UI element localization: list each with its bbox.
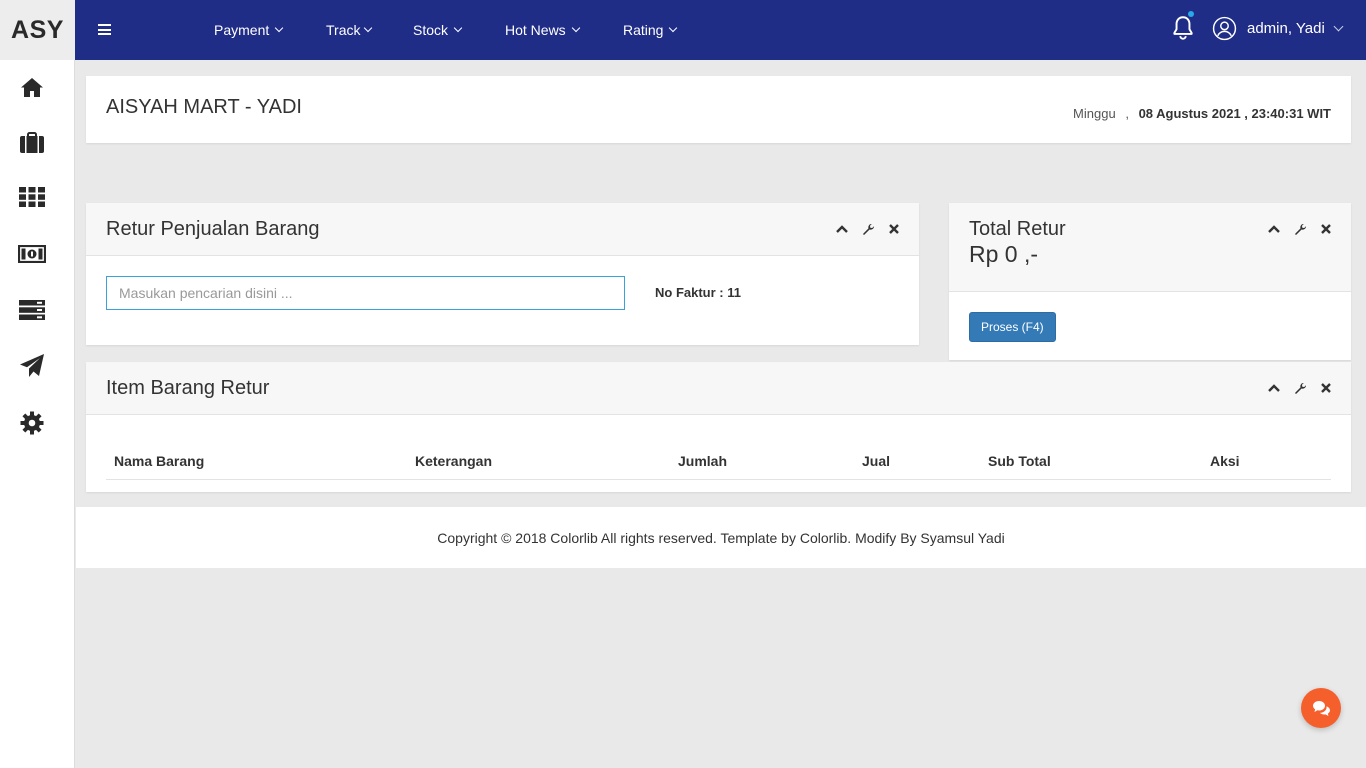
brand-logo[interactable]: ASY bbox=[0, 0, 75, 60]
menu-rating[interactable]: Rating bbox=[623, 0, 678, 60]
sidebar-item-briefcase[interactable] bbox=[17, 128, 47, 158]
home-icon bbox=[21, 78, 43, 97]
menu-rating-label: Rating bbox=[623, 22, 664, 38]
column-aksi: Aksi bbox=[1202, 445, 1331, 480]
date-time-value: 08 Agustus 2021 , 23:40:31 WIT bbox=[1138, 106, 1331, 121]
store-header: AISYAH MART - YADI Minggu , 08 Agustus 2… bbox=[86, 76, 1351, 143]
total-retur-panel: Total Retur Rp 0 ,- Proses (F4) bbox=[949, 203, 1351, 360]
sidebar-item-settings[interactable] bbox=[17, 408, 47, 438]
chat-button[interactable] bbox=[1301, 688, 1341, 728]
total-panel-body: Proses (F4) bbox=[949, 292, 1351, 360]
sidebar-item-money[interactable] bbox=[17, 239, 47, 269]
menu-payment[interactable]: Payment bbox=[214, 0, 284, 60]
proses-button[interactable]: Proses (F4) bbox=[969, 312, 1056, 342]
item-retur-panel: Item Barang Retur Nama Barang Keterangan… bbox=[86, 362, 1351, 492]
chevron-down-icon bbox=[275, 23, 284, 33]
money-icon bbox=[18, 245, 46, 263]
menu-hot-news-label: Hot News bbox=[505, 22, 566, 38]
bell-icon[interactable] bbox=[1170, 14, 1196, 42]
column-jumlah: Jumlah bbox=[670, 445, 854, 480]
items-panel-header: Item Barang Retur bbox=[86, 362, 1351, 415]
chevron-down-icon bbox=[364, 23, 373, 33]
close-icon[interactable] bbox=[1319, 381, 1333, 395]
server-icon bbox=[19, 300, 45, 320]
day-label: Minggu bbox=[1073, 106, 1116, 121]
retur-panel-title: Retur Penjualan Barang bbox=[106, 218, 320, 240]
total-panel-tools bbox=[1255, 222, 1333, 236]
wrench-icon[interactable] bbox=[861, 222, 875, 236]
total-panel-header: Total Retur Rp 0 ,- bbox=[949, 203, 1351, 292]
total-panel-title: Total Retur bbox=[969, 218, 1066, 240]
close-icon[interactable] bbox=[887, 222, 901, 236]
chevron-down-icon bbox=[669, 23, 678, 33]
hamburger-menu-icon[interactable] bbox=[98, 24, 111, 35]
menu-stock-label: Stock bbox=[413, 22, 449, 38]
copyright-text: Copyright © 2018 Colorlib All rights res… bbox=[437, 529, 1005, 546]
chevron-down-icon bbox=[1333, 21, 1344, 32]
user-name-label: admin, Yadi bbox=[1247, 20, 1325, 37]
retur-panel-header: Retur Penjualan Barang bbox=[86, 203, 919, 256]
user-menu[interactable]: admin, Yadi bbox=[1212, 16, 1344, 41]
notification-dot bbox=[1188, 11, 1194, 17]
column-nama-barang: Nama Barang bbox=[106, 445, 407, 480]
date-separator: , bbox=[1125, 106, 1129, 121]
retur-panel-body: No Faktur : 11 bbox=[86, 256, 919, 345]
store-name: AISYAH MART - YADI bbox=[106, 96, 302, 118]
sidebar-item-server[interactable] bbox=[17, 295, 47, 325]
footer: Copyright © 2018 Colorlib All rights res… bbox=[76, 507, 1366, 568]
wrench-icon[interactable] bbox=[1293, 381, 1307, 395]
top-navbar: ASY Payment Track Stock Hot News Rating … bbox=[0, 0, 1366, 60]
chevron-down-icon bbox=[453, 23, 463, 33]
column-keterangan: Keterangan bbox=[407, 445, 670, 480]
gear-icon bbox=[20, 411, 44, 435]
table-header-row: Nama Barang Keterangan Jumlah Jual Sub T… bbox=[106, 445, 1331, 480]
retur-panel-tools bbox=[823, 222, 901, 236]
paper-plane-icon bbox=[20, 354, 44, 377]
chevron-down-icon bbox=[571, 23, 580, 33]
column-sub-total: Sub Total bbox=[980, 445, 1202, 480]
items-table: Nama Barang Keterangan Jumlah Jual Sub T… bbox=[106, 445, 1331, 480]
items-panel-body: Nama Barang Keterangan Jumlah Jual Sub T… bbox=[86, 415, 1351, 492]
briefcase-icon bbox=[20, 132, 44, 153]
items-panel-tools bbox=[1255, 381, 1333, 395]
date-time: Minggu , 08 Agustus 2021 , 23:40:31 WIT bbox=[1073, 106, 1331, 121]
sidebar-item-home[interactable] bbox=[17, 72, 47, 102]
items-panel-title: Item Barang Retur bbox=[106, 377, 270, 399]
menu-track[interactable]: Track bbox=[326, 0, 373, 60]
menu-track-label: Track bbox=[326, 22, 361, 38]
faktur-number: No Faktur : 11 bbox=[655, 285, 741, 300]
user-circle-icon bbox=[1212, 16, 1237, 41]
collapse-icon[interactable] bbox=[835, 222, 849, 236]
menu-hot-news[interactable]: Hot News bbox=[505, 0, 580, 60]
menu-stock[interactable]: Stock bbox=[413, 0, 463, 60]
grid-icon bbox=[19, 187, 45, 207]
collapse-icon[interactable] bbox=[1267, 381, 1281, 395]
sidebar bbox=[0, 60, 75, 768]
close-icon[interactable] bbox=[1319, 222, 1333, 236]
total-amount: Rp 0 ,- bbox=[969, 241, 1039, 267]
sidebar-item-grid[interactable] bbox=[17, 182, 47, 212]
column-jual: Jual bbox=[854, 445, 980, 480]
collapse-icon[interactable] bbox=[1267, 222, 1281, 236]
search-input[interactable] bbox=[106, 276, 625, 310]
wrench-icon[interactable] bbox=[1293, 222, 1307, 236]
retur-panel: Retur Penjualan Barang No Faktur : 11 bbox=[86, 203, 919, 345]
sidebar-item-send[interactable] bbox=[17, 351, 47, 381]
menu-payment-label: Payment bbox=[214, 22, 270, 38]
chat-icon bbox=[1313, 701, 1330, 716]
